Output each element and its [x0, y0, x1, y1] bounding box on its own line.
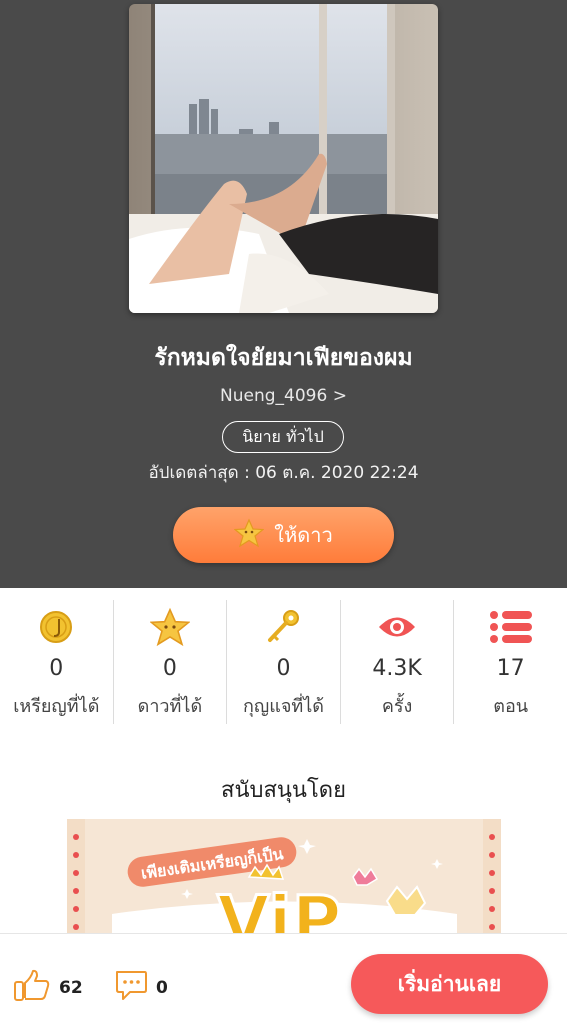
novel-title: รักหมดใจยัยมาเฟียของผม: [154, 345, 413, 371]
star-icon: [149, 602, 190, 652]
comment-button[interactable]: 0: [114, 968, 168, 1007]
like-button[interactable]: 62: [13, 968, 83, 1007]
stat-coins: 0 เหรียญที่ได้: [0, 600, 114, 724]
key-icon: [263, 602, 303, 652]
stat-label: ดาวที่ได้: [137, 696, 203, 717]
novel-stats: 0 เหรียญที่ได้ 0 ดาวที่ได้ 0 กุญแจที่ได้: [0, 600, 567, 724]
stat-label: เหรียญที่ได้: [13, 696, 100, 717]
like-count: 62: [59, 977, 83, 998]
eye-icon: [377, 602, 417, 652]
stat-value: 0: [49, 656, 64, 681]
coin-icon: [38, 602, 74, 652]
stat-stars: 0 ดาวที่ได้: [114, 600, 228, 724]
category-badge: นิยาย ทั่วไป: [222, 421, 344, 453]
last-updated: อัปเดตล่าสุด : 06 ต.ค. 2020 22:24: [148, 463, 419, 483]
star-icon: [233, 518, 265, 553]
give-star-button[interactable]: ให้ดาว: [173, 507, 394, 563]
stat-label: กุญแจที่ได้: [242, 696, 324, 717]
stat-keys: 0 กุญแจที่ได้: [227, 600, 341, 724]
give-star-label: ให้ดาว: [274, 523, 333, 547]
thumbs-up-icon: [13, 968, 51, 1007]
stat-value: 0: [162, 656, 177, 681]
author-link[interactable]: Nueng_4096 >: [0, 386, 567, 406]
stat-value: 17: [496, 656, 525, 681]
start-reading-button[interactable]: เริ่มอ่านเลย: [351, 954, 548, 1014]
stat-value: 4.3K: [372, 656, 422, 681]
sponsor-heading: สนับสนุนโดย: [221, 778, 346, 803]
comment-count: 0: [156, 977, 168, 998]
vip-promo-banner[interactable]: เพียงเติมเหรียญก็เป็น ViP: [67, 819, 501, 933]
novel-header: รักหมดใจยัยมาเฟียของผม Nueng_4096 > นิยา…: [0, 0, 567, 588]
novel-cover-image: [129, 4, 438, 313]
list-icon: [489, 602, 533, 652]
stat-value: 0: [276, 656, 291, 681]
banner-vip-text: ViP: [217, 882, 342, 933]
comment-icon: [114, 968, 148, 1007]
stat-episodes: 17 ตอน: [454, 600, 567, 724]
stat-views: 4.3K ครั้ง: [341, 600, 455, 724]
stat-label: ครั้ง: [381, 696, 413, 717]
stat-label: ตอน: [493, 696, 529, 717]
